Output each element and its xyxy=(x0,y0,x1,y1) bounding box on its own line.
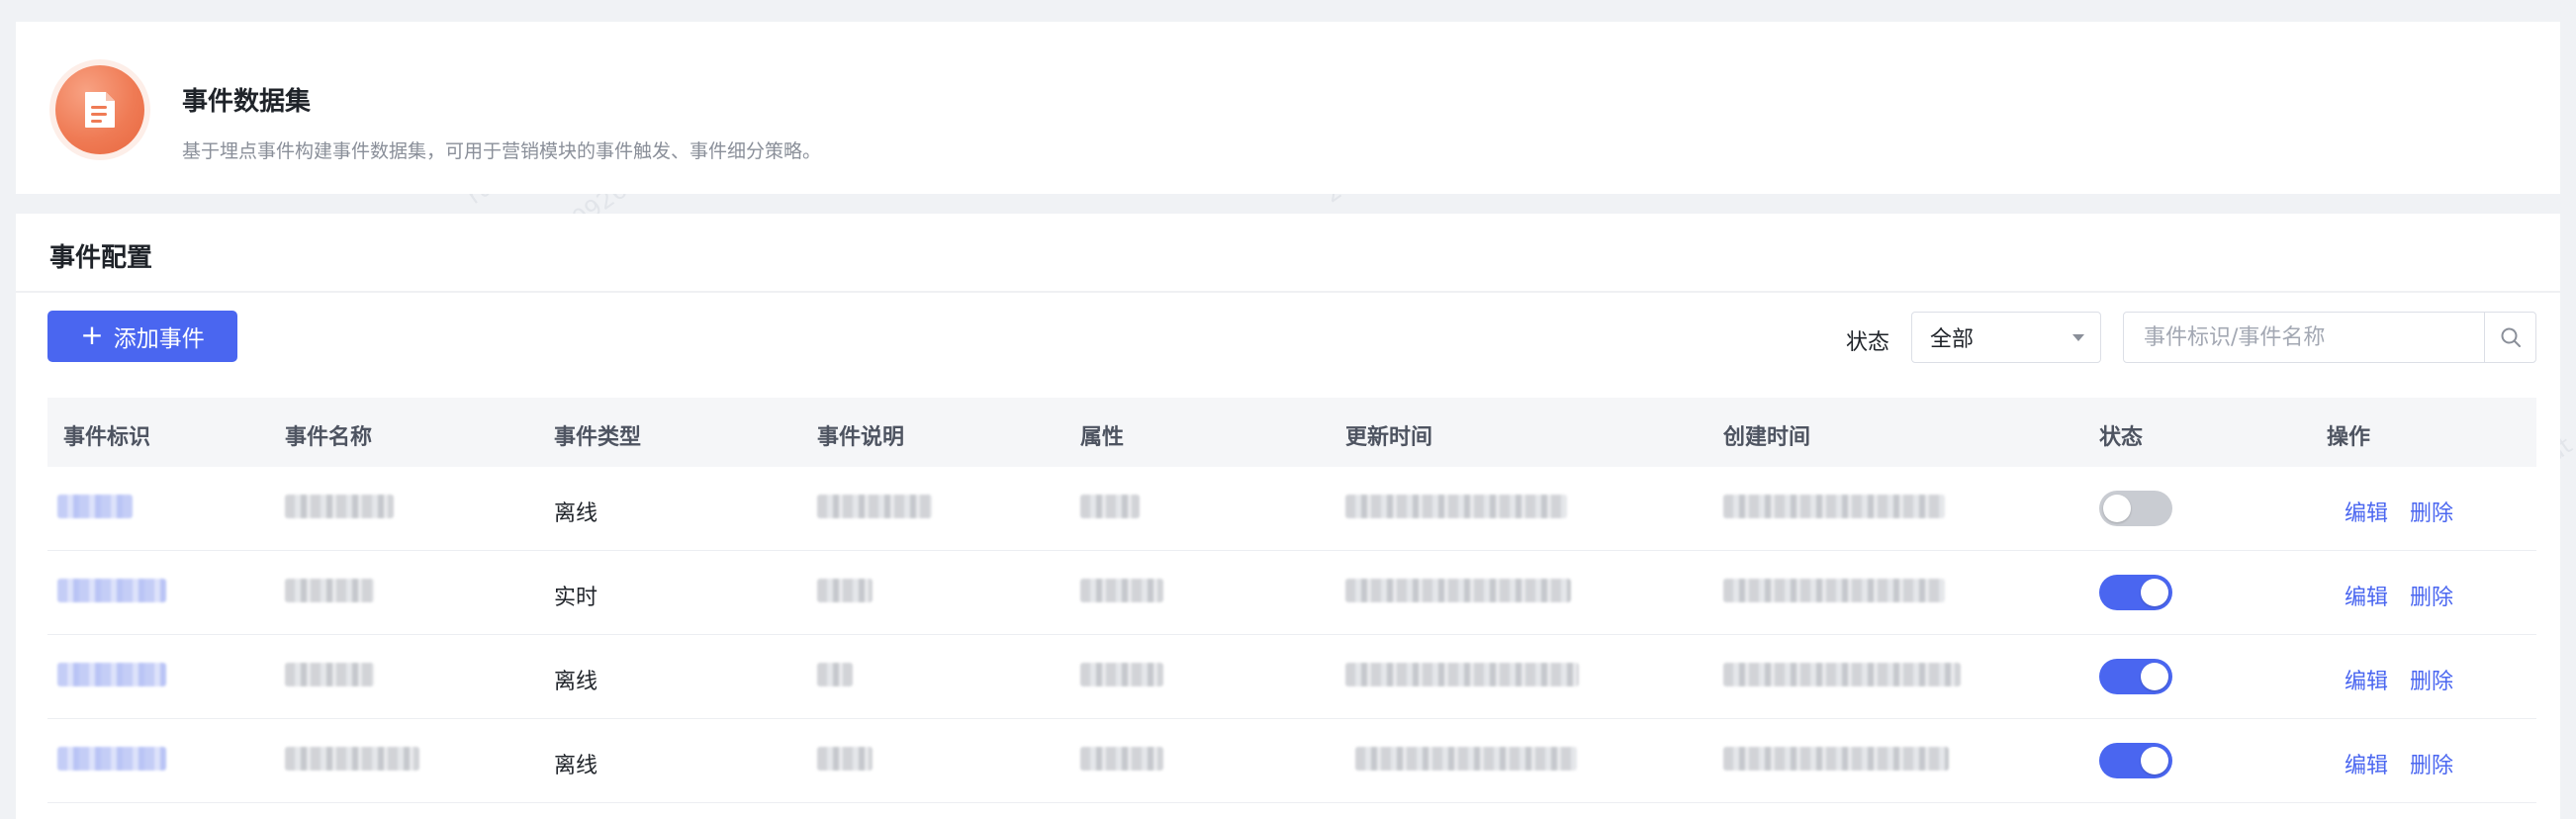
edit-link[interactable]: 编辑 xyxy=(2345,748,2388,779)
caret-down-icon xyxy=(2072,334,2084,341)
event-type-value: 离线 xyxy=(554,670,598,694)
delete-link[interactable]: 删除 xyxy=(2410,580,2453,611)
toggle-knob xyxy=(2141,579,2168,606)
status-toggle[interactable] xyxy=(2099,491,2172,526)
created-at-value xyxy=(1723,747,1949,771)
search-input[interactable] xyxy=(2124,313,2484,362)
event-type-value: 离线 xyxy=(554,501,598,526)
event-name-value xyxy=(285,747,419,771)
event-name-value xyxy=(285,663,374,686)
updated-at-value xyxy=(1355,747,1577,771)
attributes-value xyxy=(1080,579,1163,602)
created-at-value xyxy=(1723,495,1945,518)
edit-link[interactable]: 编辑 xyxy=(2345,580,2388,611)
event-id-link[interactable] xyxy=(57,747,166,771)
event-config-card: 事件配置 + 添加事件 状态 全部 事件标识 事件名称 事件类型 事件说明 属性… xyxy=(16,214,2560,819)
add-event-button[interactable]: + 添加事件 xyxy=(47,311,237,362)
col-header-event-name: 事件名称 xyxy=(285,425,373,450)
table-header: 事件标识 事件名称 事件类型 事件说明 属性 更新时间 创建时间 状态 操作 xyxy=(47,398,2536,467)
col-header-updated-at: 更新时间 xyxy=(1345,425,1433,450)
event-name-value xyxy=(285,495,394,518)
toggle-knob xyxy=(2103,495,2131,522)
add-event-label: 添加事件 xyxy=(113,326,205,352)
event-id-link[interactable] xyxy=(57,579,166,602)
created-at-value xyxy=(1723,663,1961,686)
attributes-value xyxy=(1080,663,1163,686)
col-header-status: 状态 xyxy=(2099,425,2144,450)
status-toggle[interactable] xyxy=(2099,743,2172,778)
event-type-value: 离线 xyxy=(554,754,598,778)
delete-link[interactable]: 删除 xyxy=(2410,748,2453,779)
status-filter-select[interactable]: 全部 xyxy=(1911,312,2101,363)
event-id-link[interactable] xyxy=(57,663,166,686)
event-desc-value xyxy=(817,663,853,686)
event-id-link[interactable] xyxy=(57,495,133,518)
col-header-created-at: 创建时间 xyxy=(1723,425,1811,450)
col-header-event-desc: 事件说明 xyxy=(817,425,905,450)
search-box xyxy=(2123,312,2536,363)
edit-link[interactable]: 编辑 xyxy=(2345,664,2388,695)
event-name-value xyxy=(285,579,374,602)
col-header-attributes: 属性 xyxy=(1080,425,1125,450)
dataset-description: 基于埋点事件构建事件数据集，可用于营销模块的事件触发、事件细分策略。 xyxy=(182,140,822,162)
toggle-knob xyxy=(2141,663,2168,690)
delete-link[interactable]: 删除 xyxy=(2410,664,2453,695)
updated-at-value xyxy=(1345,663,1579,686)
section-title: 事件配置 xyxy=(49,243,153,273)
toggle-knob xyxy=(2141,747,2168,774)
document-icon xyxy=(55,65,144,154)
attributes-value xyxy=(1080,495,1140,518)
status-filter-value: 全部 xyxy=(1930,327,1975,352)
table-row: 离线 编辑 删除 xyxy=(47,635,2536,719)
event-desc-value xyxy=(817,747,873,771)
col-header-event-type: 事件类型 xyxy=(554,425,642,450)
table-row: 离线 编辑 删除 xyxy=(47,467,2536,551)
attributes-value xyxy=(1080,747,1163,771)
status-toggle[interactable] xyxy=(2099,659,2172,694)
status-filter-label: 状态 xyxy=(1846,330,1890,355)
dataset-intro-card: 事件数据集 基于埋点事件构建事件数据集，可用于营销模块的事件触发、事件细分策略。 xyxy=(16,22,2560,194)
delete-link[interactable]: 删除 xyxy=(2410,496,2453,527)
created-at-value xyxy=(1723,579,1945,602)
dataset-title: 事件数据集 xyxy=(182,87,312,117)
col-header-event-id: 事件标识 xyxy=(63,425,151,450)
status-toggle[interactable] xyxy=(2099,575,2172,610)
edit-link[interactable]: 编辑 xyxy=(2345,496,2388,527)
table-row: 实时 编辑 删除 xyxy=(47,551,2536,635)
updated-at-value xyxy=(1345,495,1567,518)
event-table: 事件标识 事件名称 事件类型 事件说明 属性 更新时间 创建时间 状态 操作 离… xyxy=(47,398,2536,803)
plus-icon: + xyxy=(80,318,104,351)
event-desc-value xyxy=(817,579,873,602)
col-header-actions: 操作 xyxy=(2327,425,2371,450)
event-desc-value xyxy=(817,495,932,518)
event-type-value: 实时 xyxy=(554,586,598,610)
divider xyxy=(16,291,2560,293)
updated-at-value xyxy=(1345,579,1571,602)
search-icon xyxy=(2501,327,2521,347)
table-row: 离线 编辑 删除 xyxy=(47,719,2536,803)
search-button[interactable] xyxy=(2484,313,2535,362)
